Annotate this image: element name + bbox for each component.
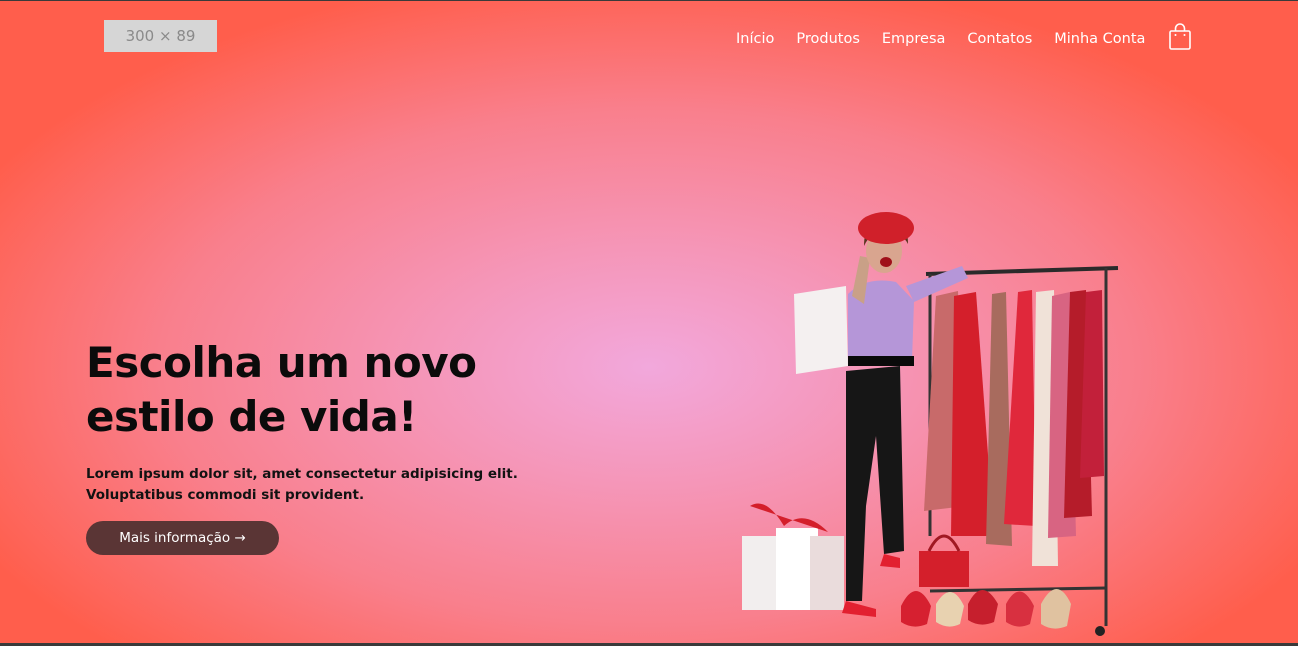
landing-page: 300 × 89 Início Produtos Empresa Contato… <box>0 1 1298 643</box>
nav-link-inicio[interactable]: Início <box>736 29 774 49</box>
nav-link-empresa[interactable]: Empresa <box>882 29 946 49</box>
more-info-button[interactable]: Mais informação → <box>86 521 279 555</box>
shopping-bag-icon[interactable] <box>1168 23 1192 51</box>
nav-link-produtos[interactable]: Produtos <box>796 29 860 49</box>
shoes <box>901 589 1071 629</box>
logo-placeholder[interactable]: 300 × 89 <box>104 20 217 52</box>
hero-image-woman-shopping <box>742 212 1119 636</box>
main-nav: Início Produtos Empresa Contatos Minha C… <box>736 29 1167 49</box>
hero-description: Lorem ipsum dolor sit, amet consectetur … <box>86 466 518 503</box>
shopping-bags <box>742 503 844 610</box>
nav-link-minha-conta[interactable]: Minha Conta <box>1054 29 1145 49</box>
hero-title: Escolha um novo estilo de vida! <box>86 338 477 441</box>
nav-link-contatos[interactable]: Contatos <box>967 29 1032 49</box>
